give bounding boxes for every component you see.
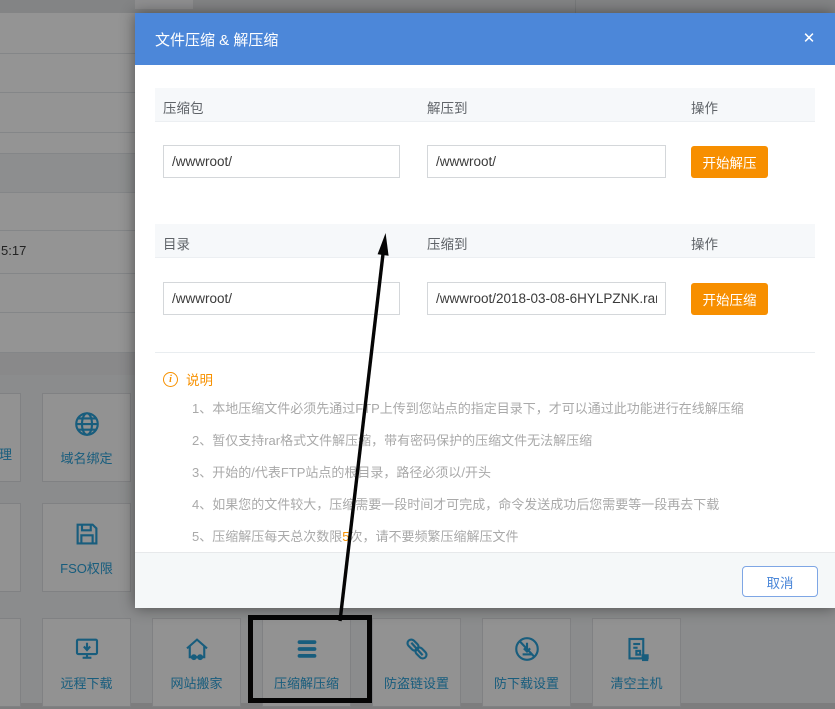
cancel-button[interactable]: 取消 bbox=[742, 566, 818, 597]
info-icon: i bbox=[163, 372, 178, 387]
compress-decompress-dialog: 文件压缩 & 解压缩 ✕ 压缩包 解压到 操作 开始解压 目录 压缩到 操作 开… bbox=[135, 13, 835, 608]
note-item-4: 4、如果您的文件较大，压缩需要一段时间才可完成，命令发送成功后您需要等一段再去下… bbox=[192, 494, 744, 526]
notes-list: 1、本地压缩文件必须先通过FTP上传到您站点的指定目录下，才可以通过此功能进行在… bbox=[192, 398, 744, 558]
column-label-compress-to: 压缩到 bbox=[427, 233, 468, 253]
dialog-header: 文件压缩 & 解压缩 ✕ bbox=[135, 13, 835, 65]
notes-heading: i 说明 bbox=[163, 369, 213, 389]
screen: 5:17 理 域名绑定 FSO权限 bbox=[0, 0, 835, 709]
column-label-extract-to: 解压到 bbox=[427, 97, 468, 117]
start-extract-button[interactable]: 开始解压 bbox=[691, 146, 768, 178]
start-compress-button[interactable]: 开始压缩 bbox=[691, 283, 768, 315]
dialog-title: 文件压缩 & 解压缩 bbox=[155, 29, 278, 50]
archive-path-input[interactable] bbox=[163, 145, 400, 178]
compress-section-header: 目录 压缩到 操作 bbox=[155, 224, 815, 258]
column-label-action: 操作 bbox=[691, 233, 718, 253]
column-label-directory: 目录 bbox=[163, 233, 190, 253]
compress-to-path-input[interactable] bbox=[427, 282, 666, 315]
note-5-suffix: 次，请不要频繁压缩解压文件 bbox=[349, 529, 518, 544]
note-5-prefix: 5、压缩解压每天总次数限 bbox=[192, 529, 342, 544]
directory-path-input[interactable] bbox=[163, 282, 400, 315]
extract-to-path-input[interactable] bbox=[427, 145, 666, 178]
note-item-1: 1、本地压缩文件必须先通过FTP上传到您站点的指定目录下，才可以通过此功能进行在… bbox=[192, 398, 744, 430]
close-icon[interactable]: ✕ bbox=[799, 29, 819, 49]
note-item-2: 2、暂仅支持rar格式文件解压缩，带有密码保护的压缩文件无法解压缩 bbox=[192, 430, 744, 462]
section-divider bbox=[155, 352, 815, 353]
column-label-archive: 压缩包 bbox=[163, 97, 204, 117]
extract-section-header: 压缩包 解压到 操作 bbox=[155, 88, 815, 122]
dialog-footer: 取消 bbox=[135, 552, 835, 608]
column-label-action: 操作 bbox=[691, 97, 718, 117]
note-item-3: 3、开始的/代表FTP站点的根目录，路径必须以/开头 bbox=[192, 462, 744, 494]
notes-title: 说明 bbox=[186, 369, 213, 389]
